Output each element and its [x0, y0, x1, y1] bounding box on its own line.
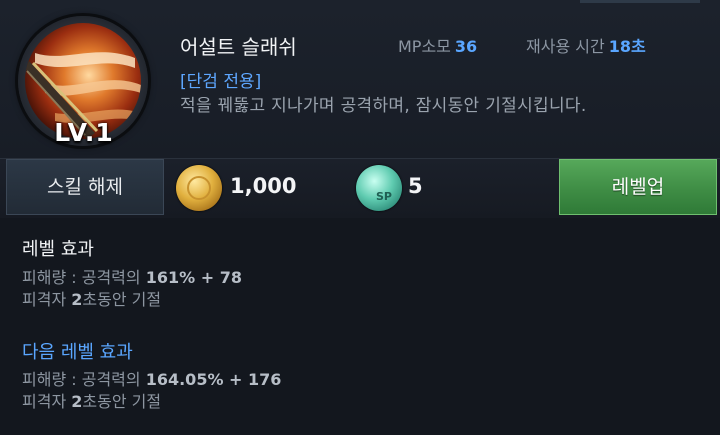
- cooldown-label: 재사용 시간: [526, 37, 605, 56]
- current-stun-seconds: 2: [71, 290, 83, 309]
- gold-coin-icon: [176, 165, 222, 211]
- next-stun-prefix: 피격자: [22, 392, 72, 411]
- skill-level: LV.1: [54, 118, 114, 147]
- release-skill-button[interactable]: 스킬 해제: [6, 159, 164, 215]
- next-damage-line: 피해량 : 공격력의 164.05% + 176: [22, 366, 281, 390]
- panel-edge-decoration: [580, 0, 700, 3]
- current-damage-prefix: 피해량 : 공격력의: [22, 268, 146, 287]
- current-damage-percent: 161%: [145, 268, 196, 287]
- cooldown: 재사용 시간 18초: [526, 33, 646, 57]
- next-stun-line: 피격자 2초동안 기절: [22, 388, 161, 412]
- gold-cost: 1,000: [230, 174, 297, 198]
- mp-cost-label: MP소모: [398, 37, 451, 56]
- skill-description: 적을 꿰뚫고 지나가며 공격하며, 잠시동안 기절시킵니다.: [180, 96, 587, 116]
- cooldown-value: 18초: [608, 37, 646, 56]
- next-effect-title: 다음 레벨 효과: [22, 342, 133, 363]
- skill-name: 어설트 슬래쉬: [180, 35, 297, 59]
- effects-panel: 레벨 효과 피해량 : 공격력의 161% + 78 피격자 2초동안 기절 다…: [0, 218, 720, 435]
- current-stun-suffix: 초동안 기절: [82, 290, 162, 309]
- next-stun-suffix: 초동안 기절: [82, 392, 162, 411]
- current-effect-title: 레벨 효과: [22, 239, 94, 260]
- next-damage-flat: 176: [248, 370, 282, 389]
- current-stun-line: 피격자 2초동안 기절: [22, 286, 161, 310]
- next-damage-plus: +: [223, 370, 249, 389]
- weapon-restriction-tag: [단검 전용]: [180, 72, 262, 92]
- next-damage-prefix: 피해량 : 공격력의: [22, 370, 146, 389]
- mp-cost-value: 36: [454, 37, 478, 56]
- current-damage-plus: +: [195, 268, 220, 287]
- next-stun-seconds: 2: [71, 392, 83, 411]
- current-damage-line: 피해량 : 공격력의 161% + 78: [22, 264, 242, 288]
- next-damage-percent: 164.05%: [145, 370, 224, 389]
- sp-orb-icon: SP: [356, 165, 402, 211]
- level-up-button[interactable]: 레벨업: [559, 159, 717, 215]
- sp-cost: 5: [408, 174, 423, 198]
- current-damage-flat: 78: [219, 268, 242, 287]
- mp-cost: MP소모 36: [398, 33, 477, 57]
- current-stun-prefix: 피격자: [22, 290, 72, 309]
